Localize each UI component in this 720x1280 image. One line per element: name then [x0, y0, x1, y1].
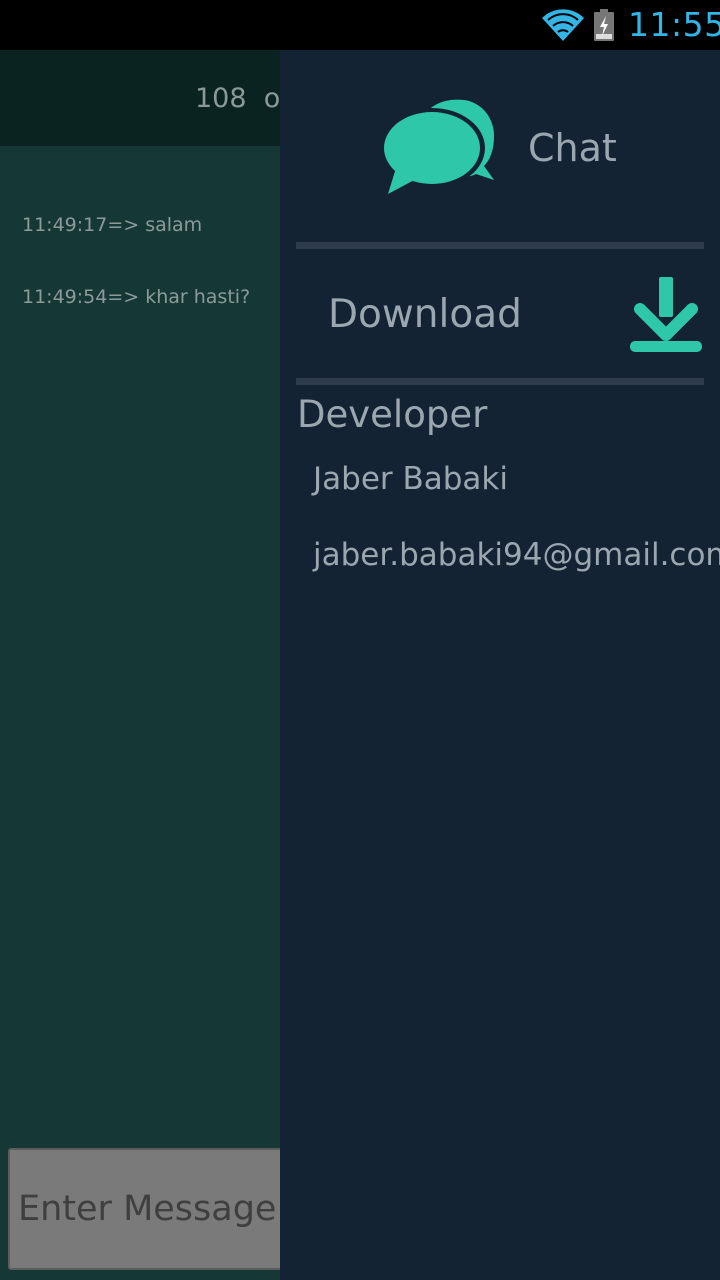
divider [296, 242, 704, 249]
download-arrow-icon [630, 277, 702, 352]
message-item: 11:49:17=> salam [22, 214, 203, 236]
status-bar: 11:55 [0, 0, 720, 50]
message-item: 11:49:54=> khar hasti? [22, 286, 251, 308]
developer-heading: Developer [297, 393, 488, 436]
chat-bubbles-icon [380, 99, 494, 194]
drawer-title: Chat [528, 126, 617, 170]
battery-charging-icon [594, 9, 614, 41]
divider [296, 378, 704, 385]
status-time: 11:55 [628, 5, 720, 44]
download-menu-item[interactable]: Download [296, 249, 720, 378]
developer-email[interactable]: jaber.babaki94@gmail.com [313, 536, 720, 574]
download-label: Download [328, 292, 522, 337]
developer-name: Jaber Babaki [313, 461, 508, 497]
wifi-icon [542, 9, 584, 41]
drawer-header: Chat [280, 50, 720, 240]
navigation-drawer: Chat Download Developer Jaber Babaki jab… [280, 50, 720, 1280]
